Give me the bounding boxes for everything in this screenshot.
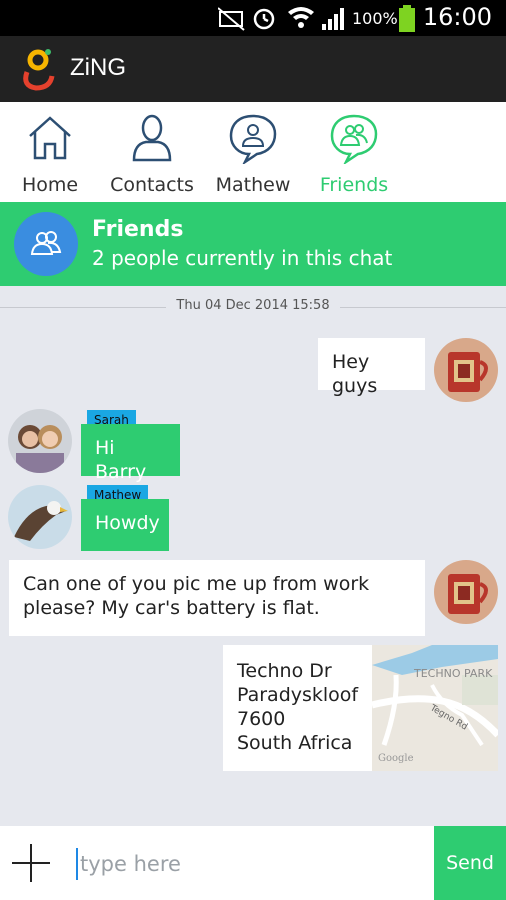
address-line: 7600	[237, 708, 286, 730]
message-bubble[interactable]: Hi Barry	[81, 424, 180, 483]
group-chat-icon	[330, 114, 378, 164]
group-avatar[interactable]	[14, 212, 78, 276]
chat-title: Friends	[92, 217, 184, 242]
send-button[interactable]: Send	[434, 826, 506, 900]
battery-icon	[399, 5, 415, 32]
mug-photo	[434, 560, 498, 624]
sarah-photo	[8, 409, 72, 473]
app-bar: ZiNG	[0, 36, 506, 102]
date-separator-text: Thu 04 Dec 2014 15:58	[166, 298, 340, 313]
zing-logo-icon	[23, 49, 55, 91]
message-bubble[interactable]: Hey guys	[318, 338, 425, 397]
add-attachment-icon[interactable]	[12, 844, 50, 882]
eagle-photo	[8, 485, 72, 549]
signal-icon	[322, 8, 344, 30]
map-label: TECHNO PARK	[414, 667, 493, 680]
tab-contacts[interactable]: Contacts	[100, 102, 204, 202]
chat-person-icon	[229, 114, 277, 164]
my-avatar[interactable]	[434, 560, 498, 624]
tab-friends[interactable]: Friends	[302, 102, 406, 202]
tab-contacts-label: Contacts	[110, 174, 194, 196]
mute-icon	[218, 7, 245, 31]
status-icons	[218, 7, 344, 31]
google-logo: Google	[378, 753, 414, 764]
chat-header: Friends 2 people currently in this chat	[0, 202, 506, 286]
mug-photo	[434, 338, 498, 402]
map-thumbnail[interactable]: TECHNO PARK Tegno Rd Google	[372, 645, 498, 771]
address-line: South Africa	[237, 732, 353, 754]
chat-subtitle: 2 people currently in this chat	[92, 246, 393, 270]
sarah-avatar[interactable]	[8, 409, 72, 473]
home-icon	[29, 116, 71, 160]
tab-mathew-label: Mathew	[215, 174, 291, 196]
address-line: Paradyskloof	[237, 684, 359, 706]
wifi-icon	[288, 7, 314, 28]
alarm-icon	[253, 8, 275, 30]
app-title: ZiNG	[70, 54, 126, 81]
tab-friends-label: Friends	[319, 174, 389, 196]
battery-percent: 100%	[352, 9, 398, 28]
tab-mathew[interactable]: Mathew	[204, 102, 302, 202]
status-bar: 100% 16:00	[0, 0, 506, 36]
address-line: Techno Dr	[237, 660, 332, 682]
tab-home-label: Home	[21, 174, 79, 196]
clock: 16:00	[422, 3, 492, 31]
message-bubble[interactable]: Can one of you pic me up from work pleas…	[9, 560, 425, 636]
contact-icon	[132, 114, 172, 162]
group-icon	[30, 231, 62, 255]
message-input[interactable]	[76, 848, 422, 880]
my-avatar[interactable]	[434, 338, 498, 402]
message-bubble[interactable]: Howdy	[81, 499, 169, 551]
tab-home[interactable]: Home	[0, 102, 100, 202]
composer: Send	[0, 826, 506, 900]
mathew-avatar[interactable]	[8, 485, 72, 549]
date-separator: Thu 04 Dec 2014 15:58	[0, 296, 506, 318]
tab-bar: Home Contacts Mathew Friends	[0, 102, 506, 202]
location-message[interactable]: Techno Dr Paradyskloof 7600 South Africa	[223, 645, 372, 771]
